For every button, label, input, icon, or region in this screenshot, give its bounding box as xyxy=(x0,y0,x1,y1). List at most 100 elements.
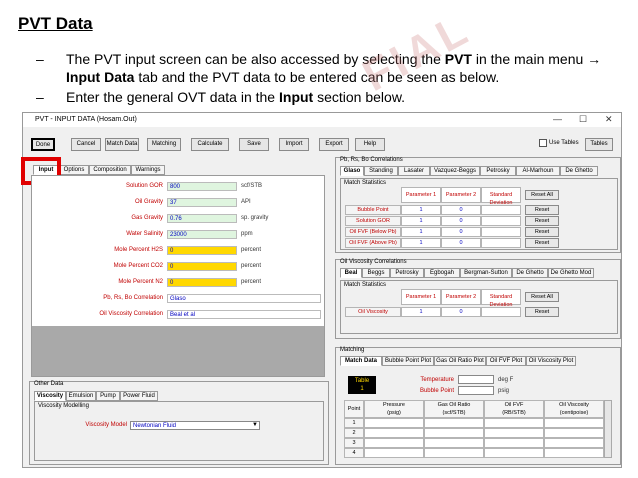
stats-header: Standard Deviation xyxy=(481,187,521,206)
chevron-down-icon[interactable]: ▼ xyxy=(252,422,258,428)
viscosity-model-select[interactable]: Newtonian Fluid xyxy=(130,421,260,430)
matching-cell[interactable] xyxy=(544,418,604,428)
field-value[interactable]: 0 xyxy=(167,278,237,287)
field-value[interactable]: 37 xyxy=(167,198,237,207)
column-title: Oil FVF xyxy=(504,402,524,408)
reset-button[interactable]: Reset xyxy=(525,307,559,317)
tab-al-marhoun[interactable]: Al-Marhoun xyxy=(516,166,560,176)
tab-egbogah[interactable]: Egbogah xyxy=(424,268,460,278)
field-value[interactable]: Glaso xyxy=(167,294,321,303)
field-label: Mole Percent CO2 xyxy=(113,263,163,269)
matching-cell[interactable] xyxy=(424,438,484,448)
matching-cell[interactable] xyxy=(484,448,544,458)
temperature-input[interactable] xyxy=(458,375,494,384)
help-button[interactable]: Help xyxy=(355,138,385,151)
tab-composition[interactable]: Composition xyxy=(89,165,131,175)
temperature-label: Temperature xyxy=(420,377,454,383)
tab-petrosky[interactable]: Petrosky xyxy=(480,166,516,176)
field-value[interactable]: 0 xyxy=(167,262,237,271)
reset-all-button[interactable]: Reset All xyxy=(525,190,559,200)
matching-cell[interactable] xyxy=(424,428,484,438)
tab-oil-viscosity-plot[interactable]: Oil Viscosity Plot xyxy=(526,356,576,366)
tab-lasater[interactable]: Lasater xyxy=(398,166,430,176)
tab-viscosity[interactable]: Viscosity xyxy=(34,391,66,401)
matching-cell[interactable] xyxy=(544,428,604,438)
tab-power-fluid[interactable]: Power Fluid xyxy=(120,391,158,401)
tab-emulsion[interactable]: Emulsion xyxy=(66,391,96,401)
tab-de-ghetto-mod[interactable]: De Ghetto Mod xyxy=(548,268,594,278)
reset-button[interactable]: Reset xyxy=(525,227,559,237)
param-2-cell[interactable]: 0 xyxy=(441,216,481,226)
maximize-button[interactable]: ☐ xyxy=(579,114,587,125)
match-data-button[interactable]: Match Data xyxy=(105,138,139,151)
tab-beggs[interactable]: Beggs xyxy=(362,268,390,278)
tab-warnings[interactable]: Warnings xyxy=(131,165,165,175)
reset-button[interactable]: Reset xyxy=(525,216,559,226)
minimize-button[interactable]: — xyxy=(553,114,562,124)
use-tables-checkbox[interactable] xyxy=(539,139,547,147)
matching-cell[interactable] xyxy=(424,448,484,458)
cancel-button[interactable]: Cancel xyxy=(71,138,101,151)
tab-oil-fvf-plot[interactable]: Oil FVF Plot xyxy=(486,356,526,366)
matching-cell[interactable] xyxy=(364,428,424,438)
bullet-text: Enter the general OVT data in the Input … xyxy=(66,89,406,105)
matching-cell[interactable] xyxy=(364,438,424,448)
param-2-cell[interactable]: 0 xyxy=(441,205,481,215)
tab-bubble-point-plot[interactable]: Bubble Point Plot xyxy=(382,356,434,366)
reset-button[interactable]: Reset xyxy=(525,205,559,215)
field-label: Oil Gravity xyxy=(134,199,163,205)
param-1-cell[interactable]: 1 xyxy=(401,238,441,248)
window-title: PVT - INPUT DATA (Hosam.Out) xyxy=(35,116,137,123)
tab-bergman-sutton[interactable]: Bergman-Sutton xyxy=(460,268,512,278)
tab-gas-oil-ratio-plot[interactable]: Gas Oil Ratio Plot xyxy=(434,356,486,366)
pvt-window: PVT - INPUT DATA (Hosam.Out) — ☐ ✕ Done … xyxy=(21,112,622,468)
tab-glaso[interactable]: Glaso xyxy=(340,166,364,176)
field-value[interactable]: 800 xyxy=(167,182,237,191)
calculate-button[interactable]: Calculate xyxy=(191,138,229,151)
param-2-cell[interactable]: 0 xyxy=(441,307,481,317)
tab-de-ghetto[interactable]: De Ghetto xyxy=(560,166,598,176)
vertical-scrollbar[interactable] xyxy=(604,400,612,458)
tab-vazquez-beggs[interactable]: Vazquez-Beggs xyxy=(430,166,480,176)
param-2-cell[interactable]: 0 xyxy=(441,238,481,248)
param-1-cell[interactable]: 1 xyxy=(401,307,441,317)
bubble-point-input[interactable] xyxy=(458,386,494,395)
field-value[interactable]: Beal et al xyxy=(167,310,321,319)
matching-cell[interactable] xyxy=(484,438,544,448)
tab-options[interactable]: Options xyxy=(59,165,89,175)
viscosity-model-label: Viscosity Model xyxy=(85,422,127,428)
param-2-cell[interactable]: 0 xyxy=(441,227,481,237)
save-button[interactable]: Save xyxy=(239,138,269,151)
matching-cell[interactable] xyxy=(364,418,424,428)
matching-cell[interactable] xyxy=(484,418,544,428)
tab-match-data[interactable]: Match Data xyxy=(340,356,382,366)
matching-cell[interactable] xyxy=(544,448,604,458)
tab-standing[interactable]: Standing xyxy=(364,166,398,176)
close-button[interactable]: ✕ xyxy=(605,114,613,125)
param-1-cell[interactable]: 1 xyxy=(401,216,441,226)
matching-cell[interactable] xyxy=(544,438,604,448)
tab-pump[interactable]: Pump xyxy=(96,391,120,401)
field-value[interactable]: 23000 xyxy=(167,230,237,239)
matching-button[interactable]: Matching xyxy=(147,138,181,151)
field-label: Mole Percent H2S xyxy=(114,247,163,253)
matching-cell[interactable] xyxy=(364,448,424,458)
done-button[interactable]: Done xyxy=(31,138,55,151)
matching-cell[interactable] xyxy=(484,428,544,438)
matching-cell[interactable] xyxy=(424,418,484,428)
tables-button[interactable]: Tables xyxy=(585,138,613,151)
slide-title: PVT Data xyxy=(18,14,93,33)
export-button[interactable]: Export xyxy=(319,138,349,151)
reset-button[interactable]: Reset xyxy=(525,238,559,248)
param-1-cell[interactable]: 1 xyxy=(401,227,441,237)
table-selector[interactable]: Table 1 xyxy=(348,376,376,394)
tab-beal[interactable]: Beal xyxy=(340,268,362,278)
visc-correlations-title: Oil Viscosity Correlations xyxy=(340,259,407,265)
field-value[interactable]: 0 xyxy=(167,246,237,255)
tab-petrosky[interactable]: Petrosky xyxy=(390,268,424,278)
tab-de-ghetto[interactable]: De Ghetto xyxy=(512,268,548,278)
field-value[interactable]: 0.76 xyxy=(167,214,237,223)
import-button[interactable]: Import xyxy=(279,138,309,151)
reset-all-button[interactable]: Reset All xyxy=(525,292,559,302)
param-1-cell[interactable]: 1 xyxy=(401,205,441,215)
